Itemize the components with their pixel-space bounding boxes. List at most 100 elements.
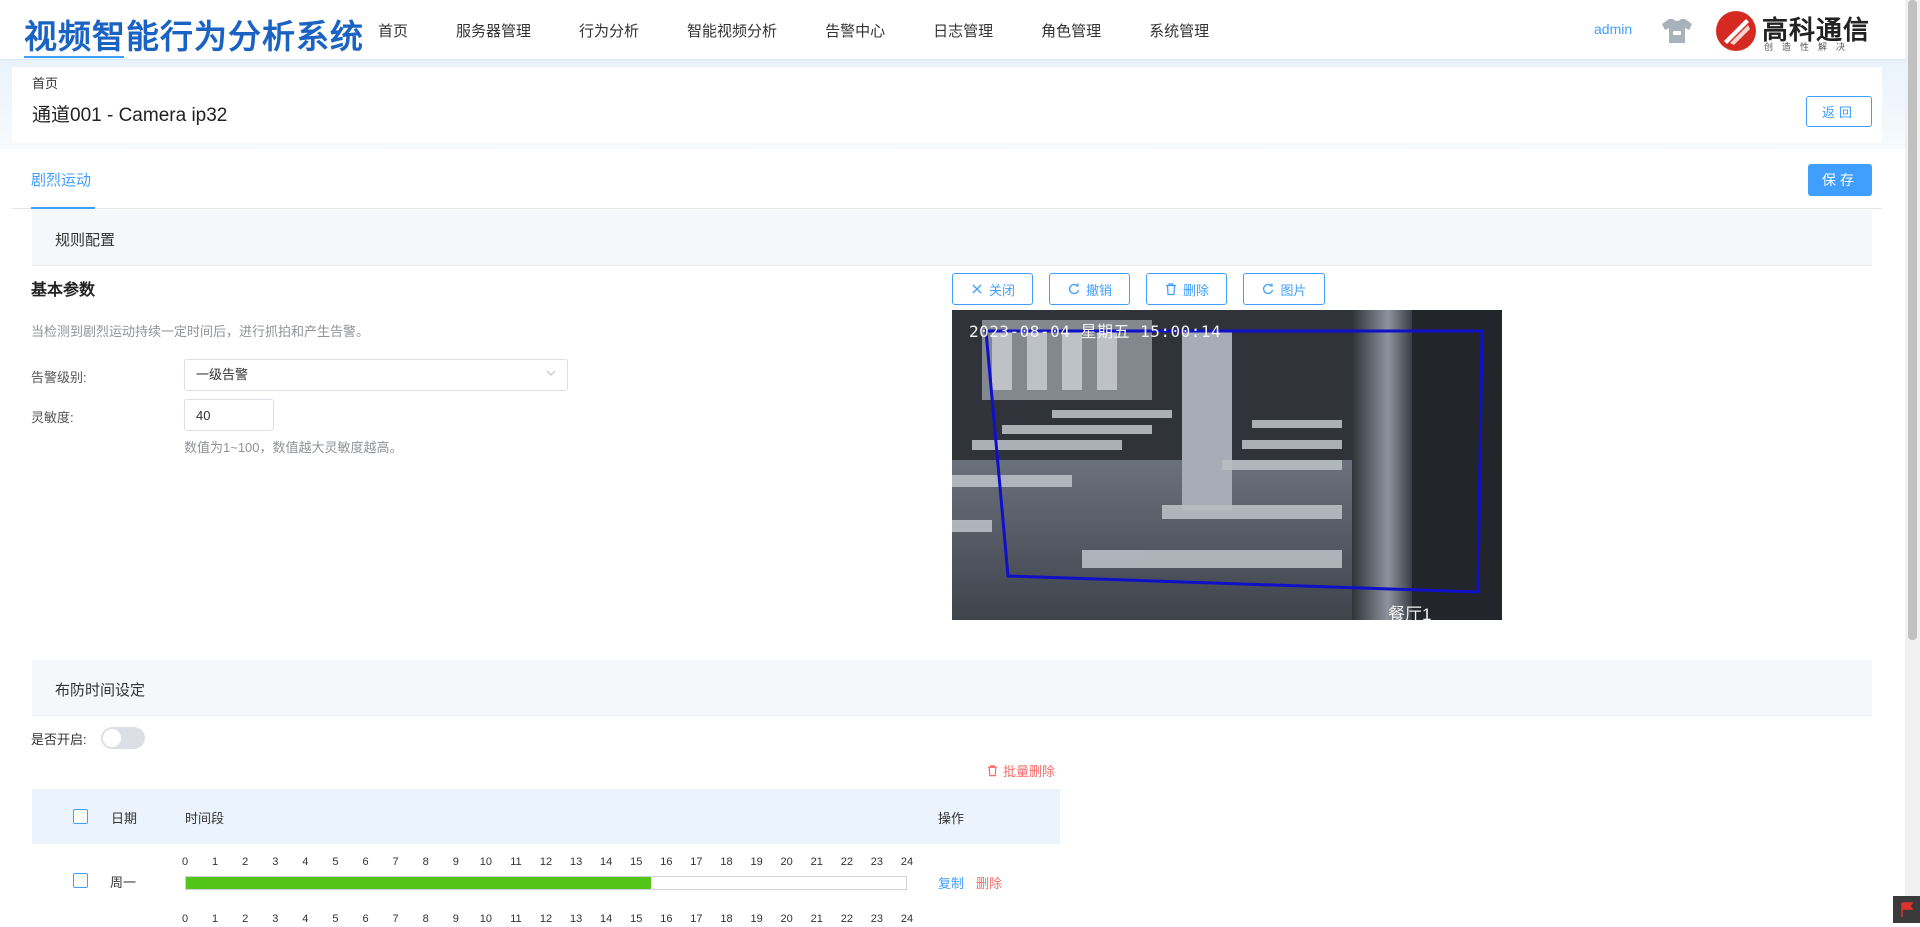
- nav-item-log-management[interactable]: 日志管理: [933, 20, 993, 41]
- next-hour-label: 8: [422, 913, 429, 925]
- copy-button[interactable]: 复制: [938, 873, 964, 892]
- sensitivity-hint: 数值为1~100，数值越大灵敏度越高。: [184, 440, 403, 455]
- next-hour-label: 13: [569, 913, 583, 925]
- hour-label: 16: [660, 856, 673, 868]
- row-checkbox[interactable]: [73, 873, 88, 888]
- next-hour-label: 16: [660, 913, 673, 925]
- sensitivity-input[interactable]: [184, 399, 274, 431]
- enable-switch[interactable]: [101, 727, 145, 749]
- delete-region-label: 删除: [1182, 282, 1209, 298]
- hour-label: 14: [600, 856, 613, 868]
- undo-label: 撤销: [1085, 282, 1112, 298]
- hour-label: 22: [840, 856, 853, 868]
- nav-item-home[interactable]: 首页: [378, 20, 408, 41]
- hour-label: 24: [900, 856, 914, 868]
- nav-item-video-analysis[interactable]: 智能视频分析: [687, 20, 777, 41]
- next-hour-label: 0: [181, 913, 189, 925]
- tab-active-indicator: [31, 207, 95, 209]
- next-hour-label: 21: [810, 913, 823, 925]
- nav-item-alarm-center[interactable]: 告警中心: [825, 20, 885, 41]
- tab-bar: 剧烈运动: [12, 153, 1882, 209]
- hour-label: 11: [510, 856, 522, 868]
- image-button[interactable]: 图片: [1243, 273, 1325, 305]
- camera-preview[interactable]: 2023-08-04 星期五 15:00:14 餐厅1: [952, 310, 1502, 620]
- next-row-hour-labels: 0 1 2 3 4 5 6 7 8 9 10 11 12 13 14 15 16 17 18 19 20 21 22 23 24: [181, 913, 913, 927]
- skin-shirt-icon[interactable]: [1660, 17, 1694, 45]
- rule-config-title: 规则配置: [55, 232, 116, 249]
- trash-icon: [1165, 283, 1176, 296]
- camera-timestamp: 2023-08-04 星期五 15:00:14: [969, 322, 1222, 341]
- column-action: 操作: [938, 811, 965, 826]
- hour-label: 9: [452, 856, 459, 868]
- close-icon: [972, 284, 982, 294]
- hour-labels: 0 1 2 3 4 5 6 7 8 9 10 11 12 13 14 15 16 17 18 19 20 21 22 23 24: [182, 856, 913, 870]
- rule-config-header: 规则配置: [32, 210, 1872, 266]
- hour-label: 12: [539, 856, 553, 868]
- undo-icon: [1068, 283, 1080, 295]
- hour-label: 15: [630, 856, 643, 868]
- brand-slogan: 创造性解决: [1764, 42, 1855, 52]
- basic-params-description: 当检测到剧烈运动持续一定时间后，进行抓拍和产生告警。: [31, 324, 370, 339]
- breadcrumb[interactable]: 首页: [32, 73, 58, 92]
- undo-button[interactable]: 撤销: [1049, 273, 1130, 305]
- hour-label: 6: [362, 856, 369, 868]
- schedule-title: 布防时间设定: [55, 682, 146, 699]
- hour-label: 18: [720, 856, 733, 868]
- hour-label: 17: [690, 856, 703, 868]
- delete-region-button[interactable]: 删除: [1146, 273, 1227, 305]
- next-hour-label: 15: [630, 913, 643, 925]
- save-button[interactable]: 保存: [1808, 164, 1872, 196]
- batch-delete-label: 批量删除: [1003, 764, 1056, 779]
- user-name[interactable]: admin: [1594, 21, 1632, 37]
- brand-logo: 高科通信 创造性解决: [1716, 10, 1888, 52]
- main-nav: 首页 服务器管理 行为分析 智能视频分析 告警中心 日志管理 角色管理 系统管理: [378, 0, 1257, 60]
- row-day: 周一: [110, 875, 137, 890]
- hour-label: 1: [212, 856, 219, 868]
- timeline-fill: [186, 877, 652, 889]
- alarm-level-select[interactable]: 一级告警: [184, 359, 568, 391]
- row-delete-button[interactable]: 删除: [976, 873, 1002, 892]
- flag-icon[interactable]: [1893, 896, 1920, 923]
- sensitivity-label: 灵敏度:: [31, 410, 74, 425]
- nav-item-behavior-analysis[interactable]: 行为分析: [579, 20, 639, 41]
- timeline-bar[interactable]: [185, 876, 907, 890]
- page-header-band: [0, 61, 1905, 149]
- tab-violent-motion[interactable]: 剧烈运动: [31, 169, 91, 190]
- next-hour-label: 17: [690, 913, 703, 925]
- next-hour-label: 11: [510, 913, 522, 925]
- close-draw-button[interactable]: 关闭: [952, 273, 1033, 305]
- title-underline: [24, 56, 124, 58]
- basic-params-title: 基本参数: [31, 282, 96, 299]
- chevron-down-icon: [546, 370, 556, 376]
- image-label: 图片: [1280, 282, 1307, 298]
- next-hour-label: 9: [452, 913, 459, 925]
- page-scrollbar[interactable]: [1905, 0, 1920, 923]
- nav-item-system-management[interactable]: 系统管理: [1149, 20, 1209, 41]
- next-hour-label: 2: [242, 913, 249, 925]
- enable-switch-label: 是否开启:: [31, 732, 87, 747]
- next-hour-label: 6: [362, 913, 369, 925]
- hour-label: 4: [302, 856, 309, 868]
- hour-label: 13: [569, 856, 583, 868]
- column-time-period: 时间段: [185, 811, 225, 826]
- nav-item-server-management[interactable]: 服务器管理: [456, 20, 531, 41]
- next-hour-label: 1: [212, 913, 219, 925]
- next-hour-label: 10: [479, 913, 492, 925]
- time-period-timeline[interactable]: 0 1 2 3 4 5 6 7 8 9 10 11 12 13 14 15 16 17 18 19 20 21 22 23 24: [182, 856, 913, 896]
- column-date: 日期: [111, 811, 138, 826]
- back-button[interactable]: 返回: [1806, 96, 1872, 127]
- trash-icon: [987, 765, 998, 777]
- hour-label: 7: [392, 856, 399, 868]
- next-hour-label: 7: [392, 913, 399, 925]
- next-hour-label: 23: [870, 913, 884, 925]
- batch-delete-button[interactable]: 批量删除: [986, 761, 1055, 780]
- alarm-level-label: 告警级别:: [31, 370, 87, 385]
- next-hour-label: 19: [750, 913, 763, 925]
- next-hour-label: 22: [840, 913, 853, 925]
- camera-location-label: 餐厅1: [1388, 605, 1432, 620]
- next-hour-label: 4: [302, 913, 309, 925]
- page-title: 通道001 - Camera ip32: [32, 105, 228, 126]
- select-all-checkbox[interactable]: [73, 809, 88, 824]
- nav-item-role-management[interactable]: 角色管理: [1041, 20, 1101, 41]
- scrollbar-thumb[interactable]: [1908, 0, 1917, 640]
